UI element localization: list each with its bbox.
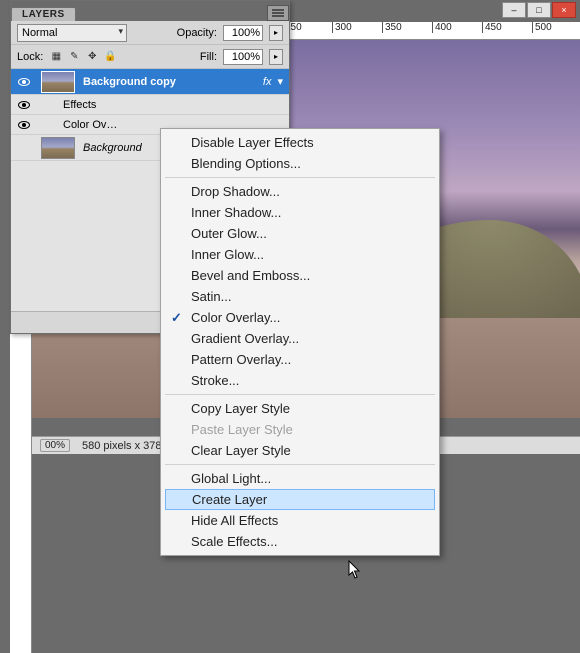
layer-name[interactable]: Background copy [79,76,257,88]
collapse-effects-icon[interactable]: ▾ [277,75,289,88]
lock-label: Lock: [17,51,43,63]
menu-item[interactable]: Satin... [163,286,437,307]
layer-style-context-menu[interactable]: Disable Layer EffectsBlending Options...… [160,128,440,556]
menu-item[interactable]: Bevel and Emboss... [163,265,437,286]
layer-thumbnail[interactable] [41,71,75,93]
layers-tab[interactable]: LAYERS [11,7,76,21]
menu-item[interactable]: Create Layer [165,489,435,510]
menu-item[interactable]: Color Overlay... [163,307,437,328]
menu-item[interactable]: Global Light... [163,468,437,489]
layer-row[interactable]: Background copy fx ▾ [11,69,289,95]
lock-transparency-icon[interactable]: ▦ [49,50,63,64]
effects-label: Effects [63,99,96,111]
menu-separator [165,177,435,178]
menu-item: Paste Layer Style [163,419,437,440]
lock-position-icon[interactable]: ✥ [85,50,99,64]
visibility-toggle[interactable] [11,101,37,109]
lock-all-icon[interactable]: 🔒 [103,50,117,64]
zoom-readout[interactable]: 00% [40,439,70,452]
opacity-flyout-button[interactable]: ▸ [269,25,283,41]
panel-tab-strip: LAYERS [11,1,289,21]
fill-label: Fill: [200,51,217,63]
window-maximize-button[interactable]: □ [527,2,551,18]
menu-item[interactable]: Blending Options... [163,153,437,174]
menu-item[interactable]: Hide All Effects [163,510,437,531]
fill-flyout-button[interactable]: ▸ [269,49,283,65]
menu-item[interactable]: Clear Layer Style [163,440,437,461]
effects-group[interactable]: Effects [11,95,289,115]
eye-icon [18,121,30,129]
ruler-mark: 300 [332,22,382,33]
menu-item[interactable]: Inner Glow... [163,244,437,265]
opacity-label: Opacity: [177,27,217,39]
eye-icon [18,101,30,109]
ruler-mark: 350 [382,22,432,33]
menu-item[interactable]: Outer Glow... [163,223,437,244]
eye-icon [18,78,30,86]
menu-item[interactable]: Drop Shadow... [163,181,437,202]
menu-separator [165,394,435,395]
window-minimize-button[interactable]: – [502,2,526,18]
window-close-button[interactable]: × [552,2,576,18]
effect-name: Color Ov… [63,119,117,131]
menu-item[interactable]: Disable Layer Effects [163,132,437,153]
menu-item[interactable]: Copy Layer Style [163,398,437,419]
menu-item[interactable]: Scale Effects... [163,531,437,552]
lock-buttons: ▦ ✎ ✥ 🔒 [49,50,117,64]
menu-item[interactable]: Gradient Overlay... [163,328,437,349]
panel-flyout-menu-button[interactable] [267,5,289,21]
fill-input[interactable]: 100% [223,49,263,65]
ruler-mark: 500 [532,22,580,33]
lock-pixels-icon[interactable]: ✎ [67,50,81,64]
fx-indicator[interactable]: fx [257,76,278,88]
ruler-mark: 400 [432,22,482,33]
menu-item[interactable]: Stroke... [163,370,437,391]
window-controls: – □ × [502,2,576,18]
menu-item[interactable]: Inner Shadow... [163,202,437,223]
visibility-toggle[interactable] [11,121,37,129]
ruler-mark: 450 [482,22,532,33]
blend-mode-dropdown[interactable]: Normal [17,24,127,42]
menu-separator [165,464,435,465]
opacity-input[interactable]: 100% [223,25,263,41]
menu-icon [272,9,284,17]
menu-item[interactable]: Pattern Overlay... [163,349,437,370]
visibility-toggle[interactable] [11,78,37,86]
layer-thumbnail[interactable] [41,137,75,159]
